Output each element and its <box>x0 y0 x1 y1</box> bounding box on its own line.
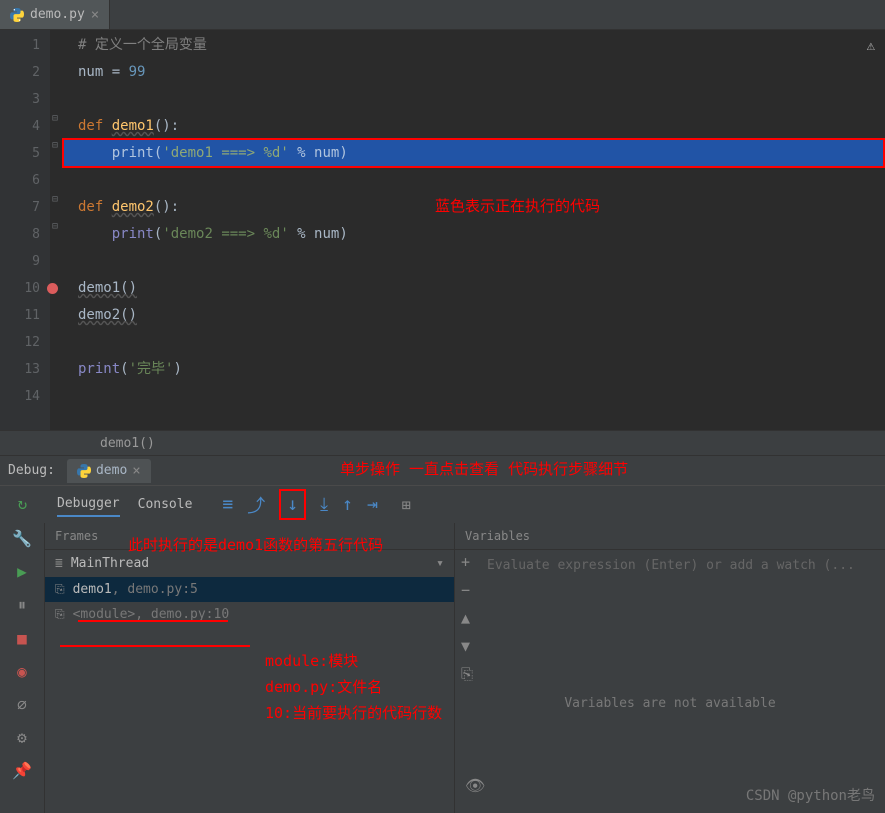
fold-icon[interactable]: ⊟ <box>52 221 58 232</box>
fold-icon[interactable]: ⊟ <box>52 113 58 124</box>
frame-icon: ⎘ <box>55 582 65 597</box>
line-number: 1 <box>0 32 40 59</box>
line-number: 11 <box>0 302 40 329</box>
show-execution-icon[interactable]: ≡ <box>222 494 233 515</box>
variables-empty-text: Variables are not available <box>455 696 885 711</box>
code-token: # 定义一个全局变量 <box>78 37 207 53</box>
line-number: 7 <box>0 194 40 221</box>
pause-button[interactable]: ⏸ <box>18 595 26 615</box>
remove-watch-icon[interactable]: − <box>461 581 473 599</box>
tab-debugger[interactable]: Debugger <box>57 496 120 517</box>
duplicate-icon[interactable]: ⎘ <box>461 665 473 683</box>
fold-icon[interactable]: ⊟ <box>52 140 58 151</box>
pin-icon[interactable]: 📌 <box>12 761 32 780</box>
debug-toolbar: ↻ Debugger Console ≡ ⤴ ↓ ⤓ ↑ ⇥ ⊞ <box>0 485 885 523</box>
line-number: 14 <box>0 383 40 410</box>
line-number: 3 <box>0 86 40 113</box>
line-number: 2 <box>0 59 40 86</box>
tab-console[interactable]: Console <box>138 497 193 512</box>
debug-side-actions: 🔧 ▶ ⏸ ■ ◉ ⌀ ⚙ 📌 <box>0 523 45 813</box>
line-gutter: 1 2 3 4 5 6 7 8 9 10 11 12 13 14 <box>0 30 50 430</box>
rerun-button[interactable]: ↻ <box>18 494 28 513</box>
line-number: 4 <box>0 113 40 140</box>
settings-icon[interactable]: ⚙ <box>17 728 27 747</box>
line-number: 13 <box>0 356 40 383</box>
frame-icon: ⎘ <box>55 607 65 622</box>
python-icon <box>77 464 91 478</box>
step-into-my-icon[interactable]: ⤓ <box>320 494 328 515</box>
step-over-icon[interactable]: ⤴ <box>247 492 265 518</box>
down-icon[interactable]: ▼ <box>461 637 473 655</box>
step-into-icon[interactable]: ↓ <box>279 489 306 520</box>
breadcrumb: demo1() <box>0 430 885 455</box>
debug-label: Debug: <box>8 463 55 478</box>
red-underline <box>60 645 250 647</box>
variables-title: Variables <box>465 529 530 543</box>
stop-button[interactable]: ■ <box>17 629 27 648</box>
step-out-icon[interactable]: ↑ <box>342 494 353 515</box>
line-number: 5 <box>0 140 40 167</box>
python-icon <box>10 8 24 22</box>
run-to-cursor-icon[interactable]: ⇥ <box>367 494 378 515</box>
frame-row[interactable]: ⎘ demo1, demo.py:5 <box>45 577 454 602</box>
variables-panel: Variables + − ▲ ▼ ⎘ Evaluate expression … <box>455 523 885 813</box>
evaluate-icon[interactable]: ⊞ <box>402 496 411 514</box>
close-icon[interactable]: × <box>91 7 99 23</box>
wrench-icon[interactable]: 🔧 <box>12 529 32 548</box>
debug-config-tab[interactable]: demo × <box>67 459 151 483</box>
mute-breakpoints-icon[interactable]: ⌀ <box>17 695 27 714</box>
line-number: 6 <box>0 167 40 194</box>
frames-title: Frames <box>55 529 98 543</box>
code-area[interactable]: # 定义一个全局变量 num = 99 def demo1(): print('… <box>70 30 885 430</box>
resume-button[interactable]: ▶ <box>17 562 27 581</box>
fold-icon[interactable]: ⊟ <box>52 194 58 205</box>
file-tab[interactable]: demo.py × <box>0 0 110 29</box>
chevron-down-icon[interactable]: ▾ <box>436 556 444 571</box>
evaluate-input[interactable]: Evaluate expression (Enter) or add a wat… <box>455 550 885 581</box>
eye-icon[interactable]: 👁 <box>465 776 485 795</box>
file-tab-label: demo.py <box>30 7 85 22</box>
line-number: 8 <box>0 221 40 248</box>
frame-row[interactable]: ⎘ <module>, demo.py:10 <box>45 602 454 627</box>
fold-column: ⊟ ⊟ ⊟ ⊟ <box>50 30 70 430</box>
up-icon[interactable]: ▲ <box>461 609 473 627</box>
view-breakpoints-icon[interactable]: ◉ <box>17 662 27 681</box>
tab-bar: demo.py × <box>0 0 885 30</box>
line-number: 9 <box>0 248 40 275</box>
debug-bar: Debug: demo × <box>0 455 885 485</box>
line-number: 12 <box>0 329 40 356</box>
thread-icon: ≣ <box>55 556 63 571</box>
add-watch-icon[interactable]: + <box>461 553 473 571</box>
close-icon[interactable]: × <box>132 463 140 479</box>
code-editor: ⚠ 1 2 3 4 5 6 7 8 9 10 11 12 13 14 ⊟ ⊟ ⊟… <box>0 30 885 430</box>
thread-row[interactable]: ≣ MainThread ▾ <box>45 550 454 577</box>
debug-panels: 🔧 ▶ ⏸ ■ ◉ ⌀ ⚙ 📌 Frames ≣ MainThread ▾ ⎘ … <box>0 523 885 813</box>
red-underline <box>78 620 228 622</box>
line-number: 10 <box>0 275 40 302</box>
frames-panel: Frames ≣ MainThread ▾ ⎘ demo1, demo.py:5… <box>45 523 455 813</box>
watermark: CSDN @python老鸟 <box>746 785 875 805</box>
